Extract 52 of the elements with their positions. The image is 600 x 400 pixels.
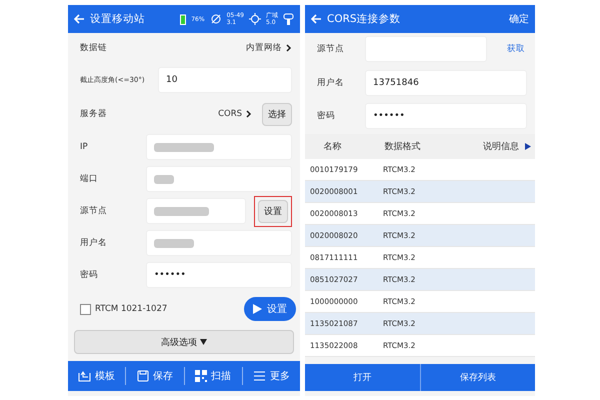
chevron-right-icon [246,110,252,118]
field-label: 密码 [317,110,336,122]
toolbar-button[interactable]: 模板 [68,367,126,385]
server-value[interactable]: CORS [218,109,242,119]
field-label: IP [80,142,89,152]
field-label: 密码 [80,269,99,281]
back-arrow-icon[interactable] [311,14,322,24]
field-label: 端口 [80,173,99,185]
confirm-button[interactable]: 确定 [509,12,529,26]
qr-code-icon [195,370,208,382]
screen-title: CORS连接参数 [327,12,402,26]
settings-button[interactable]: 设置 [258,200,288,222]
save-icon [136,370,149,382]
column-header: 名称 [322,140,342,153]
back-arrow-icon[interactable] [74,14,85,24]
advanced-options-button[interactable]: 高级选项 [74,330,294,354]
input-field[interactable]: 13751846 [365,70,527,96]
toolbar-button[interactable]: 保存 [125,367,184,385]
fetch-link[interactable]: 获取 [497,43,535,55]
field-label: 服务器 [80,108,108,120]
column-header: 说明信息 [482,140,519,153]
checkbox-label: RTCM 1021-1027 [95,304,168,314]
checkbox[interactable] [80,304,91,314]
dropdown-triangle-icon [200,338,207,344]
screen-title: 设置移动站 [90,12,146,26]
input-field[interactable] [146,198,246,224]
input-field[interactable]: •••••• [365,103,527,129]
field-label: 用户名 [317,77,345,89]
footer-button[interactable]: 保存列表 [420,364,535,391]
input-field[interactable]: 10 [158,67,292,93]
field-label: 源节点 [80,205,108,217]
field-label: 用户名 [80,237,108,249]
input-field[interactable] [146,230,292,256]
field-label: 数据链 [80,42,108,54]
template-icon [78,370,92,382]
battery-icon [180,14,186,24]
play-icon [253,304,262,314]
scroll-right-icon[interactable] [525,143,531,150]
toolbar-button[interactable]: 更多 [242,367,300,385]
data-link-value[interactable]: 内置网络 [246,42,282,54]
footer-button[interactable]: 打开 [305,364,420,391]
input-field[interactable] [146,166,292,192]
chevron-right-icon [286,44,292,52]
toolbar-button[interactable]: 扫描 [184,367,242,385]
input-field[interactable] [146,134,292,160]
menu-icon [252,370,266,382]
select-button[interactable]: 选择 [262,102,292,126]
column-header: 数据格式 [384,140,422,153]
field-label: 源节点 [317,43,345,55]
set-button[interactable]: 设置 [244,297,296,321]
input-field[interactable]: •••••• [146,262,292,288]
target-icon [249,13,261,25]
